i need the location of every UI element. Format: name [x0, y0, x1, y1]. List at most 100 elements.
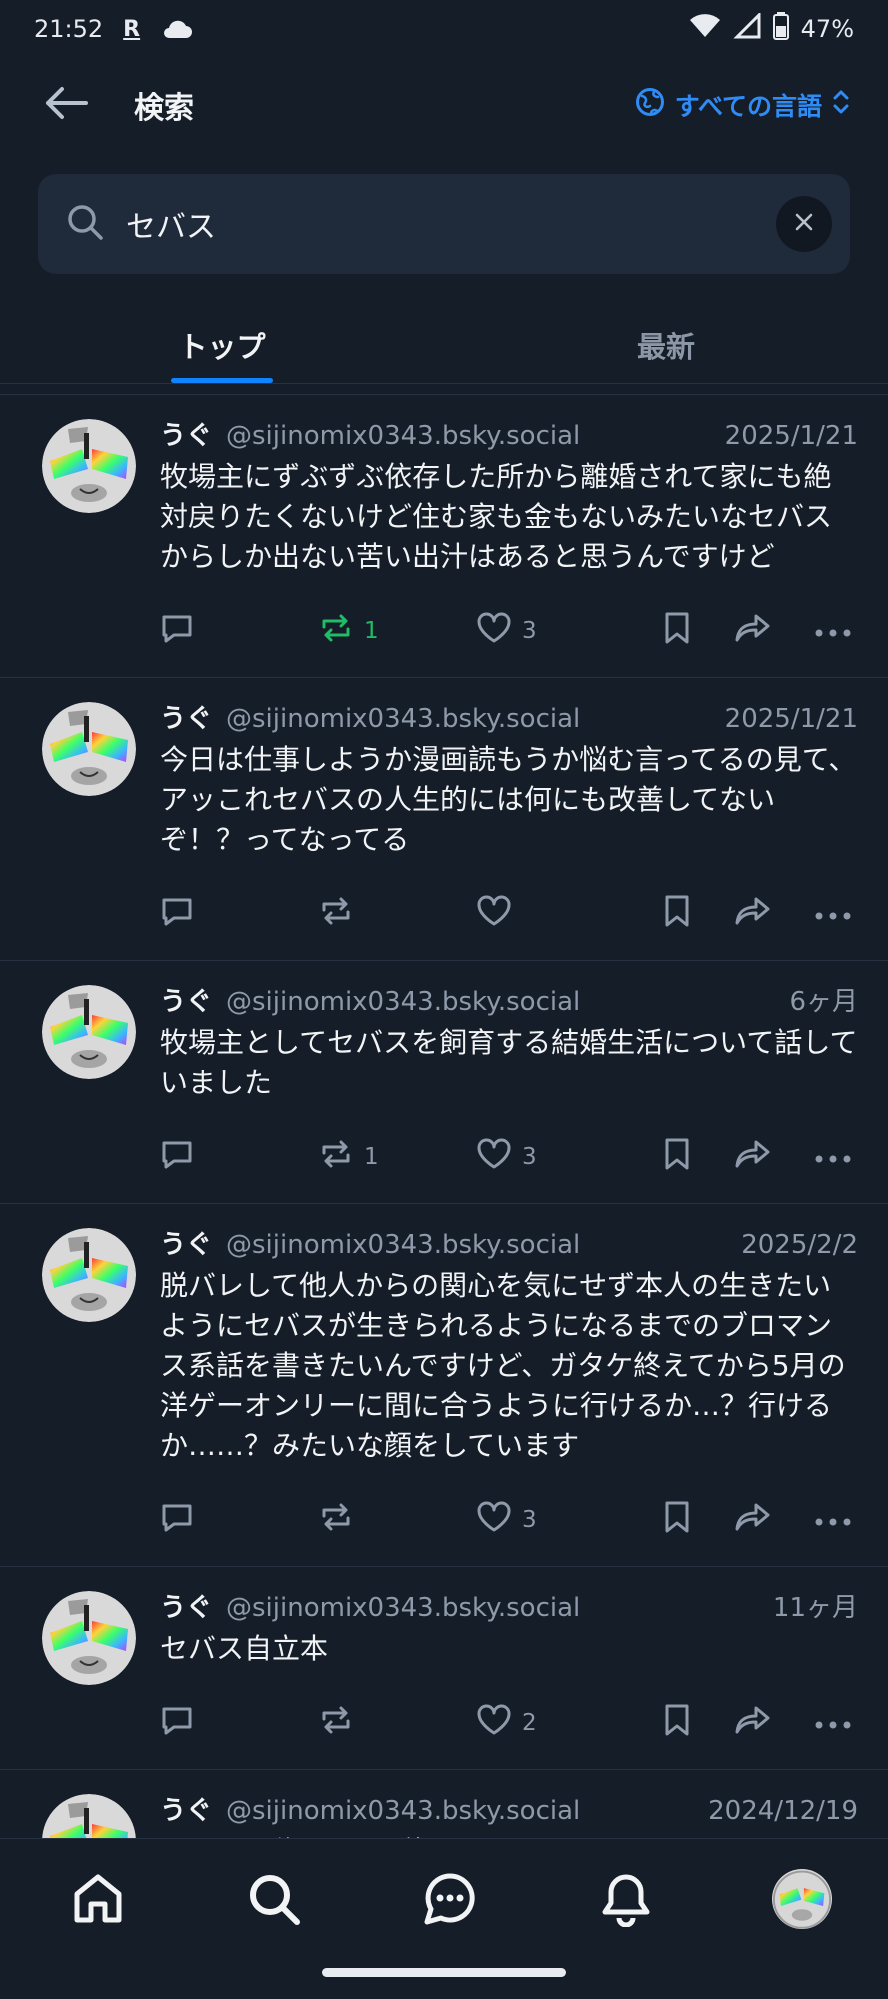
bookmark-button[interactable] [662, 1703, 734, 1743]
more-options-button[interactable] [814, 1710, 852, 1736]
like-button[interactable]: 2 [476, 1704, 662, 1742]
reply-icon [160, 1703, 194, 1743]
nav-chat[interactable] [420, 1871, 480, 1931]
post-text: 牧場主にずぶずぶ依存した所から離婚されて家にも絶対戻りたくないけど住む家も金もな… [160, 460, 833, 573]
reply-icon [160, 894, 194, 934]
search-input[interactable]: セバス [38, 174, 850, 274]
post-text: 今日は仕事しようか漫画読もうか悩む言ってるの見て、アッこれセバスの人生的には何に… [160, 743, 857, 856]
bookmark-button[interactable] [662, 611, 734, 651]
reply-button[interactable] [160, 611, 318, 651]
share-button[interactable] [734, 895, 806, 933]
avatar[interactable] [42, 1794, 136, 1838]
more-options-button[interactable] [814, 1144, 852, 1170]
repost-icon [318, 1137, 354, 1177]
reply-button[interactable] [160, 1703, 318, 1743]
post-item[interactable]: うぐ @sijinomix0343.bsky.social 6ヶ月 牧場主として… [0, 961, 888, 1204]
avatar[interactable] [42, 1228, 136, 1322]
author-handle[interactable]: @sijinomix0343.bsky.social [226, 1796, 580, 1826]
share-icon [734, 1704, 772, 1742]
reply-button[interactable] [160, 1500, 318, 1540]
avatar[interactable] [42, 702, 136, 796]
nav-search[interactable] [244, 1871, 304, 1931]
post-date[interactable]: 6ヶ月 [789, 981, 858, 1018]
reply-icon [160, 1500, 194, 1540]
share-button[interactable] [734, 1138, 806, 1176]
post-date[interactable]: 11ヶ月 [773, 1587, 858, 1624]
post-item[interactable]: うぐ @sijinomix0343.bsky.social 2025/2/2 脱… [0, 1204, 888, 1567]
author-handle[interactable]: @sijinomix0343.bsky.social [226, 421, 580, 451]
page-title: 検索 [134, 91, 194, 126]
share-button[interactable] [734, 612, 806, 650]
like-button[interactable]: 3 [476, 1501, 662, 1539]
more-options-button[interactable] [814, 901, 852, 927]
author-handle[interactable]: @sijinomix0343.bsky.social [226, 1593, 580, 1623]
post-item[interactable]: うぐ @sijinomix0343.bsky.social 2025/1/21 … [0, 678, 888, 961]
globe-icon [635, 87, 665, 123]
tab-top[interactable]: トップ [0, 306, 444, 383]
repost-button[interactable] [318, 1703, 476, 1743]
author-name[interactable]: うぐ [160, 981, 212, 1018]
post-actions: 1 3 [160, 1111, 858, 1203]
gesture-home-bar[interactable] [322, 1968, 566, 1977]
nav-home[interactable] [68, 1871, 128, 1931]
more-options-button[interactable] [814, 1507, 852, 1533]
post-date[interactable]: 2024/12/19 [708, 1796, 858, 1826]
bookmark-icon [662, 1500, 692, 1540]
share-button[interactable] [734, 1704, 806, 1742]
author-name[interactable]: うぐ [160, 415, 212, 452]
post-text: 牧場主としてセバスを飼育する結婚生活について話していました [160, 1026, 858, 1099]
search-results-feed[interactable]: うぐ @sijinomix0343.bsky.social 2025/1/21 … [0, 394, 888, 1838]
bookmark-button[interactable] [662, 1137, 734, 1177]
post-body: うぐ @sijinomix0343.bsky.social 2025/2/2 脱… [160, 1224, 858, 1566]
home-icon [71, 1872, 125, 1930]
post-item[interactable]: うぐ @sijinomix0343.bsky.social 2024/12/19… [0, 1770, 888, 1838]
tab-latest[interactable]: 最新 [444, 306, 888, 383]
bookmark-icon [662, 894, 692, 934]
heart-icon [476, 612, 512, 650]
avatar[interactable] [42, 419, 136, 513]
reply-button[interactable] [160, 894, 318, 934]
author-name[interactable]: うぐ [160, 1587, 212, 1624]
bookmark-button[interactable] [662, 1500, 734, 1540]
battery-level: 47% [800, 15, 854, 43]
nav-profile[interactable] [772, 1869, 832, 1931]
avatar[interactable] [42, 985, 136, 1079]
post-date[interactable]: 2025/1/21 [725, 421, 858, 451]
bookmark-button[interactable] [662, 894, 734, 934]
post-item[interactable]: うぐ @sijinomix0343.bsky.social 2025/1/21 … [0, 395, 888, 678]
repost-button[interactable] [318, 1500, 476, 1540]
reply-button[interactable] [160, 1137, 318, 1177]
post-date[interactable]: 2025/1/21 [725, 704, 858, 734]
repost-count: 1 [364, 618, 379, 644]
like-button[interactable]: 3 [476, 1138, 662, 1176]
more-options-button[interactable] [814, 618, 852, 644]
author-name[interactable]: うぐ [160, 1224, 212, 1261]
chevron-updown-icon [832, 87, 850, 123]
tab-latest-label: 最新 [636, 329, 695, 364]
cloud-icon [160, 18, 194, 40]
signal-icon [733, 11, 761, 45]
back-button[interactable] [30, 70, 100, 140]
post-actions: 2 [160, 1677, 858, 1769]
search-query[interactable]: セバス [126, 202, 216, 246]
like-button[interactable] [476, 895, 662, 933]
post-item[interactable]: うぐ @sijinomix0343.bsky.social 11ヶ月 セバス自立… [0, 1567, 888, 1770]
author-name[interactable]: うぐ [160, 698, 212, 735]
author-handle[interactable]: @sijinomix0343.bsky.social [226, 1230, 580, 1260]
nav-notifications[interactable] [596, 1871, 656, 1931]
post-date[interactable]: 2025/2/2 [741, 1230, 858, 1260]
avatar[interactable] [42, 1591, 136, 1685]
repost-button[interactable] [318, 894, 476, 934]
post-actions: 1 3 [160, 585, 858, 677]
share-button[interactable] [734, 1501, 806, 1539]
author-handle[interactable]: @sijinomix0343.bsky.social [226, 987, 580, 1017]
author-name[interactable]: うぐ [160, 1790, 212, 1827]
repost-button[interactable]: 1 [318, 1137, 476, 1177]
battery-icon [772, 12, 789, 46]
repost-button[interactable]: 1 [318, 611, 476, 651]
heart-icon [476, 1138, 512, 1176]
clear-search-button[interactable] [776, 196, 832, 252]
author-handle[interactable]: @sijinomix0343.bsky.social [226, 704, 580, 734]
language-selector[interactable]: すべての言語 [635, 87, 850, 123]
like-button[interactable]: 3 [476, 612, 662, 650]
